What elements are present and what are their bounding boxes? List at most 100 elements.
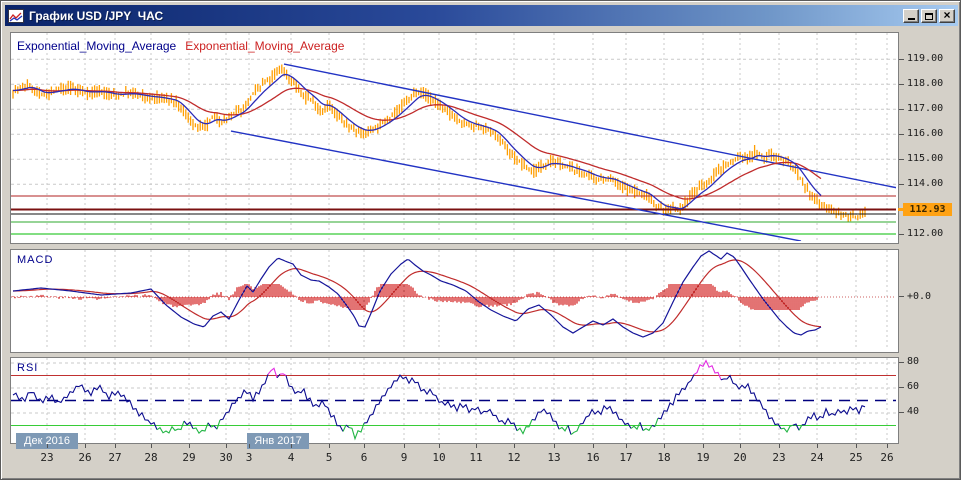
price-axis-tick <box>899 109 904 110</box>
x-axis-tick <box>47 444 48 448</box>
rsi-line-segment <box>157 421 184 433</box>
price-axis-label: 118.00 <box>907 78 943 89</box>
rsi-line-segment <box>694 361 721 380</box>
macd-label: MACD <box>17 254 53 266</box>
x-axis-label: 29 <box>176 451 202 464</box>
x-axis-label: 16 <box>580 451 606 464</box>
x-axis-label: 24 <box>804 451 830 464</box>
x-axis-tick <box>404 444 405 448</box>
x-axis-label: 10 <box>426 451 452 464</box>
x-axis-tick <box>626 444 627 448</box>
x-axis-tick <box>476 444 477 448</box>
rsi-plot <box>11 358 896 441</box>
x-axis-label: 12 <box>501 451 527 464</box>
price-axis-tick <box>899 159 904 160</box>
price-axis-tick <box>899 84 904 85</box>
x-axis-tick <box>779 444 780 448</box>
rsi-axis-label: 60 <box>907 381 919 392</box>
rsi-line-segment <box>286 376 343 432</box>
x-axis-label: 5 <box>316 451 342 464</box>
rsi-axis-tick <box>899 362 904 363</box>
x-axis-tick <box>291 444 292 448</box>
price-chart-panel[interactable]: Exponential_Moving_Average Exponential_Mo… <box>10 32 899 244</box>
macd-axis-label: +0.0 <box>907 291 931 302</box>
current-price-tick <box>898 208 903 211</box>
rsi-line-segment <box>802 406 865 425</box>
price-axis-label: 119.00 <box>907 53 943 64</box>
x-axis-tick <box>329 444 330 448</box>
rsi-line-segment <box>640 422 643 430</box>
price-axis-tick <box>899 184 904 185</box>
x-axis-label: 23 <box>766 451 792 464</box>
rsi-axis-label: 80 <box>907 356 919 367</box>
rsi-line-segment <box>268 368 277 378</box>
x-axis-label: 27 <box>102 451 128 464</box>
x-axis-tick <box>856 444 857 448</box>
price-axis-label: 112.00 <box>907 228 943 239</box>
rsi-line-segment <box>721 376 781 429</box>
x-axis-label: 9 <box>391 451 417 464</box>
price-axis-label: 114.00 <box>907 178 943 189</box>
rsi-line-segment <box>781 425 793 432</box>
rsi-axis-label: 40 <box>907 406 919 417</box>
x-axis-label: 20 <box>727 451 753 464</box>
price-axis-tick <box>899 59 904 60</box>
x-axis-label: 18 <box>651 451 677 464</box>
x-axis-label: 28 <box>138 451 164 464</box>
macd-panel[interactable]: MACD <box>10 249 899 353</box>
rsi-axis-tick <box>899 412 904 413</box>
macd-plot <box>11 250 896 350</box>
minimize-button[interactable] <box>903 9 919 23</box>
close-button[interactable]: × <box>939 9 955 23</box>
rsi-line-segment <box>559 425 568 431</box>
current-price-label: 112.93 <box>903 203 952 216</box>
x-axis-tick <box>740 444 741 448</box>
rsi-label: RSI <box>17 362 38 374</box>
window-chart-icon <box>8 9 24 23</box>
x-axis-label: 25 <box>843 451 869 464</box>
x-axis-tick <box>703 444 704 448</box>
month-marker-jan: Янв 2017 <box>247 433 309 449</box>
x-axis-label: 6 <box>351 451 377 464</box>
x-axis-tick <box>664 444 665 448</box>
x-axis-label: 13 <box>541 451 567 464</box>
price-axis-label: 116.00 <box>907 128 943 139</box>
x-axis-tick <box>249 444 250 448</box>
x-axis-tick <box>151 444 152 448</box>
rsi-line-segment <box>517 420 532 434</box>
price-axis-label: 117.00 <box>907 103 943 114</box>
legend-ema-slow: Exponential_Moving_Average <box>185 39 344 53</box>
rsi-line-segment <box>643 425 652 430</box>
rsi-axis-tick <box>899 387 904 388</box>
maximize-icon <box>925 13 933 20</box>
x-axis-tick <box>364 444 365 448</box>
x-axis-tick <box>189 444 190 448</box>
rsi-line-segment <box>532 409 559 429</box>
x-axis-label: 4 <box>278 451 304 464</box>
rsi-line-segment <box>13 385 157 430</box>
trend-line <box>231 131 801 241</box>
price-plot <box>11 33 896 241</box>
legend-ema-fast: Exponential_Moving_Average <box>17 39 176 53</box>
x-axis-tick <box>85 444 86 448</box>
indicator-legend: Exponential_Moving_Average Exponential_Mo… <box>17 39 344 53</box>
minimize-icon <box>908 18 915 20</box>
x-axis-label: 26 <box>72 451 98 464</box>
x-axis-label: 23 <box>34 451 60 464</box>
x-axis-tick <box>439 444 440 448</box>
macd-axis-tick <box>899 296 904 297</box>
window-title: График USD /JPY ЧАС <box>29 9 903 23</box>
x-axis-label: 19 <box>690 451 716 464</box>
rsi-line-segment <box>193 423 208 433</box>
chart-window: График USD /JPY ЧАС × Exponential_Moving… <box>0 0 961 480</box>
x-axis-label: 26 <box>874 451 900 464</box>
x-axis-tick <box>115 444 116 448</box>
price-axis-tick <box>899 134 904 135</box>
x-axis-label: 3 <box>236 451 262 464</box>
x-axis-tick <box>887 444 888 448</box>
title-bar[interactable]: График USD /JPY ЧАС × <box>5 5 958 26</box>
maximize-button[interactable] <box>921 9 937 23</box>
rsi-panel[interactable]: RSI <box>10 357 899 444</box>
x-axis-label: 17 <box>613 451 639 464</box>
x-axis-label: 11 <box>463 451 489 464</box>
